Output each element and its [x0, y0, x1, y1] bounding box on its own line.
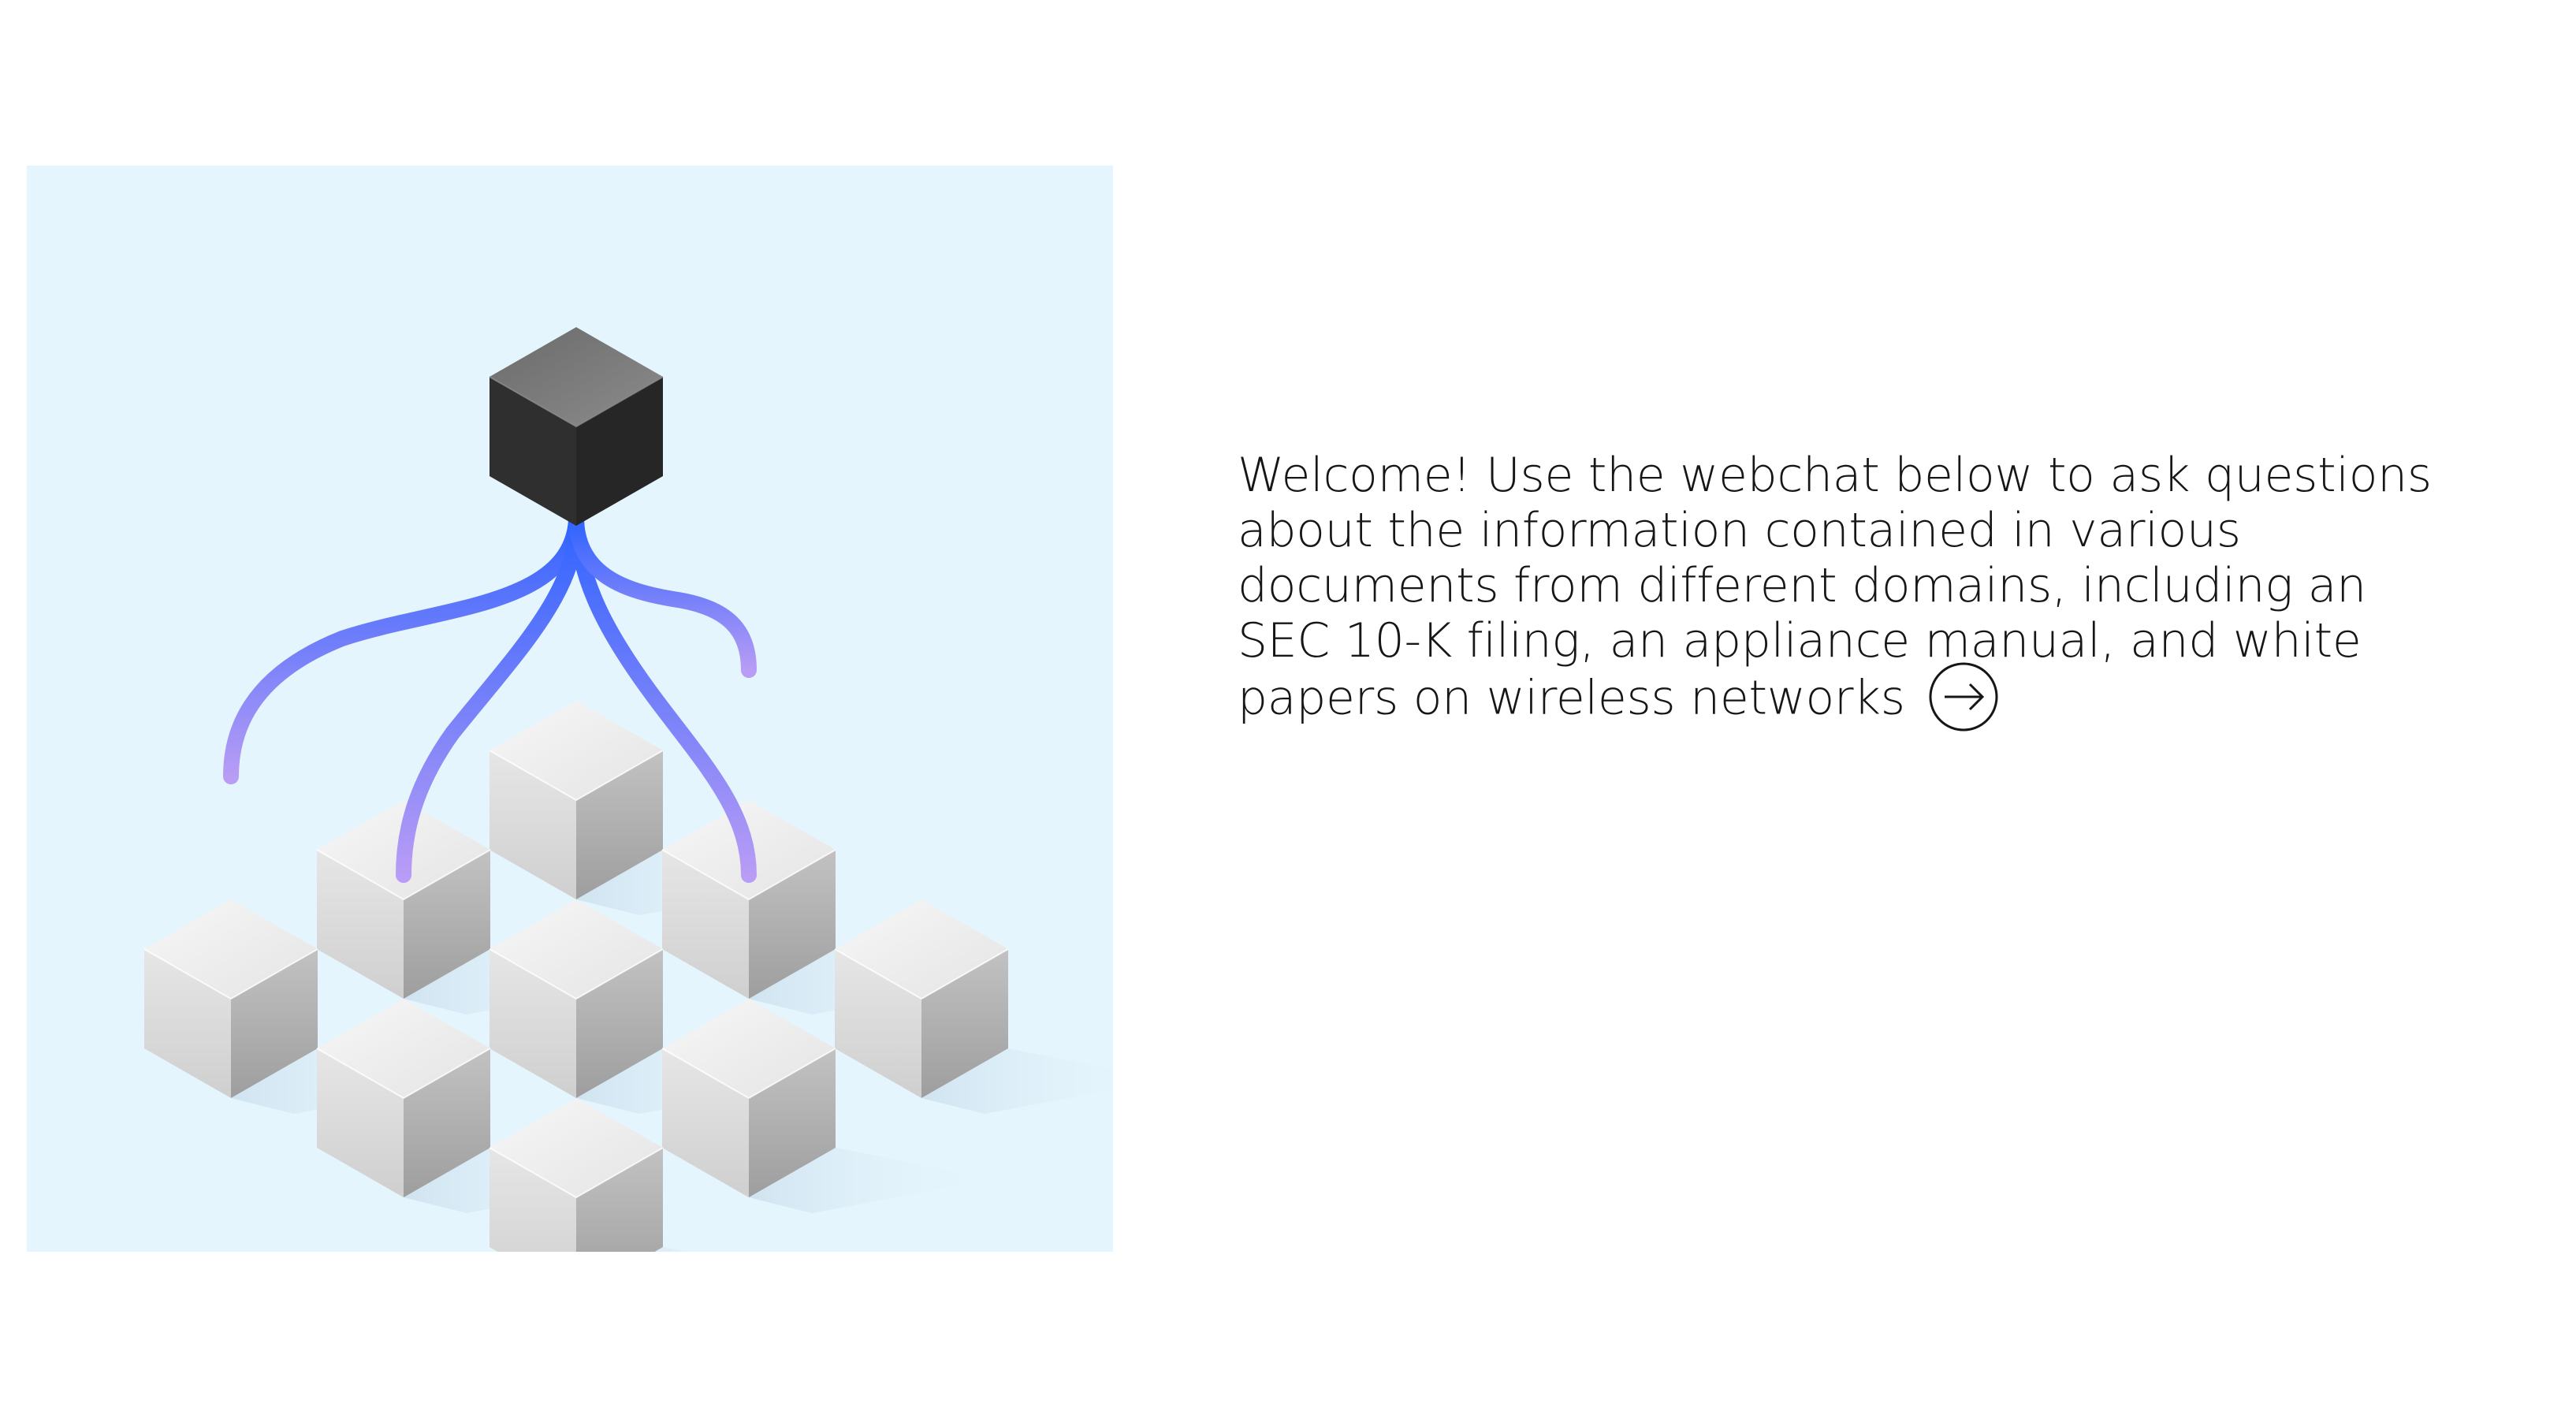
welcome-line: papers on wireless networks — [1238, 670, 1905, 726]
grey-cube — [834, 899, 1113, 1114]
arrow-right-circle-icon[interactable] — [1927, 661, 2000, 733]
welcome-line: documents from different domains, includ… — [1238, 558, 2366, 613]
welcome-line: Welcome! Use the webchat below to ask qu… — [1238, 448, 2432, 503]
cube-grid — [143, 701, 1113, 1252]
hub-cube — [489, 327, 664, 526]
welcome-line: about the information contained in vario… — [1238, 503, 2241, 558]
welcome-message: Welcome! Use the webchat below to ask qu… — [1238, 448, 2467, 733]
hero-illustration — [27, 166, 1113, 1252]
hub-cube-shape — [489, 327, 664, 526]
connector-line — [568, 512, 757, 678]
cubes-network-graphic — [143, 327, 1113, 1252]
welcome-line: SEC 10-K filing, an appliance manual, an… — [1238, 613, 2362, 668]
welcome-last-line: papers on wireless networks — [1238, 662, 2467, 733]
